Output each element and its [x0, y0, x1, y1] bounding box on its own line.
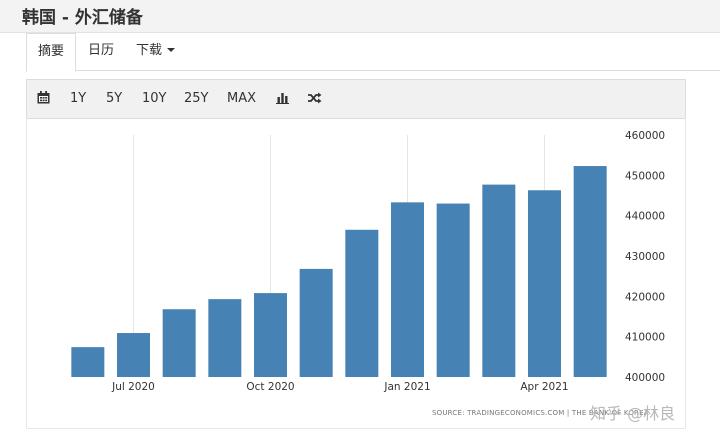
range-25y-button[interactable]: 25Y	[184, 80, 208, 118]
tab-summary[interactable]: 摘要	[26, 33, 76, 72]
y-tick-label: 410000	[625, 332, 665, 344]
bar-chart: 400000 410000 420000 430000 440000 450000 4600…	[71, 130, 665, 393]
y-tick-label: 450000	[625, 170, 665, 182]
range-max-button[interactable]: MAX	[227, 80, 256, 118]
y-tick-label: 460000	[625, 130, 665, 142]
title-bar: 韩国 - 外汇储备	[0, 0, 720, 33]
y-tick-label: 430000	[625, 251, 665, 263]
shuffle-icon[interactable]	[308, 80, 322, 118]
bar-2020-11[interactable]	[345, 229, 379, 377]
y-tick-label: 420000	[625, 291, 665, 303]
x-tick-label: Jan 2021	[383, 381, 430, 393]
bar-2021-03[interactable]	[528, 190, 561, 377]
bar-2020-12[interactable]	[391, 202, 424, 377]
x-tick-label: Apr 2021	[520, 381, 568, 393]
x-tick-label: Jul 2020	[111, 381, 155, 393]
range-5y-button[interactable]: 5Y	[106, 80, 122, 118]
tab-calendar-label: 日历	[88, 43, 115, 58]
tab-calendar[interactable]: 日历	[88, 33, 114, 69]
y-tick-label: 400000	[625, 372, 665, 384]
chart-area: 400000 410000 420000 430000 440000 450000 4600…	[26, 118, 686, 429]
page-title: 韩国 - 外汇储备	[22, 8, 143, 28]
range-1y-button[interactable]: 1Y	[70, 80, 86, 118]
bar-2020-08[interactable]	[208, 299, 242, 377]
calendar-icon[interactable]	[37, 80, 50, 118]
bar-2020-07[interactable]	[162, 309, 196, 377]
bar-2020-10[interactable]	[299, 268, 333, 377]
tab-download[interactable]: 下载	[136, 33, 176, 69]
bar-chart-icon[interactable]	[276, 80, 289, 118]
x-tick-label: Oct 2020	[246, 381, 294, 393]
bar-2021-02[interactable]	[482, 184, 516, 377]
watermark: 知乎 @林良	[590, 404, 676, 423]
chevron-down-icon	[167, 48, 176, 52]
tab-bar: 摘要 日历 下载	[26, 33, 720, 72]
chart-toolbar: 1Y 5Y 10Y 25Y MAX	[26, 79, 686, 119]
tab-summary-label: 摘要	[37, 44, 64, 59]
tab-download-label: 下载	[136, 43, 163, 58]
bar-2020-09[interactable]	[254, 293, 287, 377]
bar-2021-01[interactable]	[436, 203, 470, 377]
bar-2021-04[interactable]	[573, 166, 607, 377]
y-tick-label: 440000	[625, 211, 665, 223]
bar-2020-05[interactable]	[71, 347, 105, 377]
bar-2020-06[interactable]	[117, 333, 150, 377]
range-10y-button[interactable]: 10Y	[142, 80, 166, 118]
